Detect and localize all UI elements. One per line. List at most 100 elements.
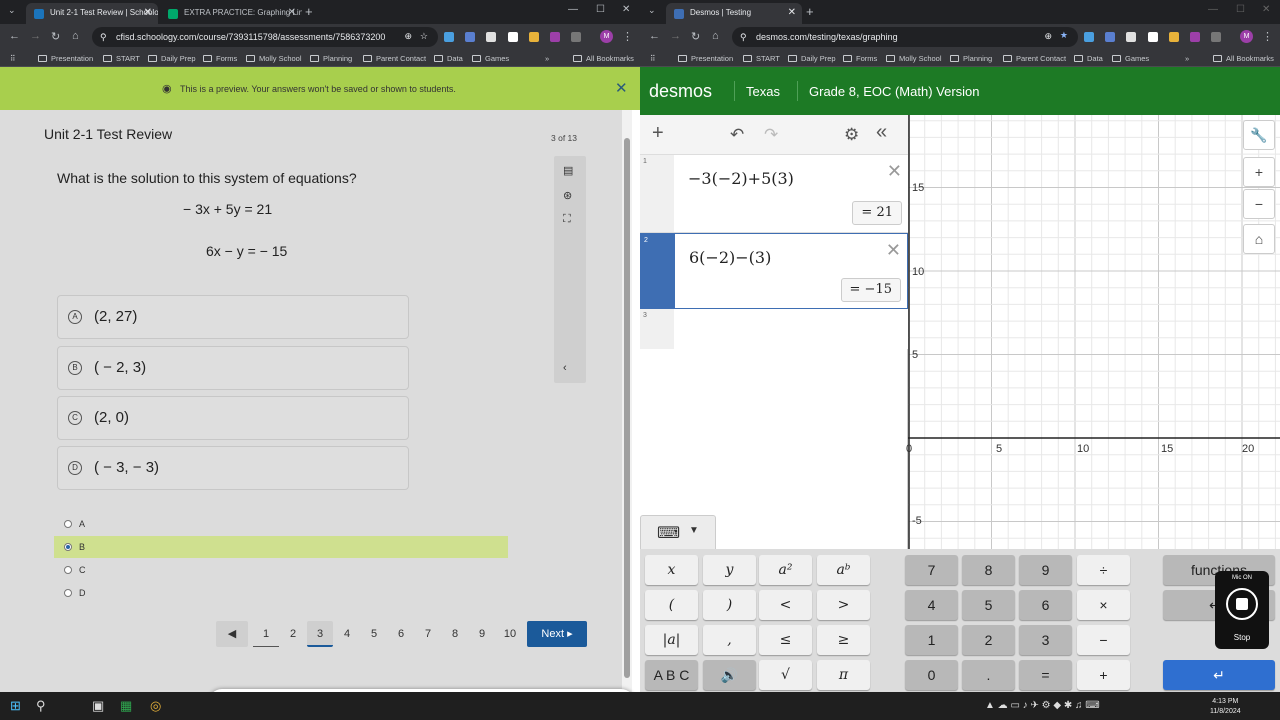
extension-icon[interactable]	[1148, 32, 1158, 42]
keypad-key[interactable]: ÷	[1077, 555, 1130, 585]
expression-math[interactable]: −3(−2)+5(3)	[688, 169, 794, 188]
keypad-key[interactable]: ≤	[759, 625, 812, 655]
keypad-key[interactable]: 6	[1019, 590, 1072, 620]
close-tab-icon[interactable]: ✕	[144, 7, 152, 18]
keypad-key[interactable]: ↵	[1163, 660, 1275, 690]
keypad-key[interactable]: −	[1077, 625, 1130, 655]
bookmark-start[interactable]: START	[103, 54, 140, 63]
minimize-icon[interactable]: —	[568, 4, 578, 15]
page-link-current[interactable]: 3	[307, 621, 333, 647]
extension-icon[interactable]	[529, 32, 539, 42]
keypad-key[interactable]: 9	[1019, 555, 1072, 585]
keypad-key[interactable]: ×	[1077, 590, 1130, 620]
bookmarks-overflow-icon[interactable]: »	[545, 54, 549, 63]
bookmark-forms[interactable]: Forms	[203, 54, 237, 63]
keypad-key[interactable]: y	[703, 555, 756, 585]
option-d[interactable]: D ( − 3, − 3)	[57, 446, 409, 490]
tab-extra-practice[interactable]: EXTRA PRACTICE: Graphing Lin ✕	[160, 3, 302, 24]
keypad-key[interactable]: )	[703, 590, 756, 620]
bookmark-presentation[interactable]: Presentation	[38, 54, 93, 63]
extension-icon[interactable]	[1169, 32, 1179, 42]
option-c[interactable]: C (2, 0)	[57, 396, 409, 440]
keypad-key[interactable]: a²	[759, 555, 812, 585]
bookmark-forms[interactable]: Forms	[843, 54, 877, 63]
keypad-key[interactable]: =	[1019, 660, 1072, 690]
redo-icon[interactable]: ↷	[764, 125, 778, 145]
keypad-key[interactable]: x	[645, 555, 698, 585]
camera-app-icon[interactable]: ▣	[92, 698, 104, 714]
close-window-icon[interactable]: ✕	[1262, 4, 1270, 15]
delete-expression-icon[interactable]: ✕	[887, 161, 902, 182]
close-tab-icon[interactable]: ✕	[788, 7, 796, 18]
keypad-key[interactable]: (	[645, 590, 698, 620]
close-window-icon[interactable]: ✕	[622, 4, 630, 15]
page-link[interactable]: 9	[470, 621, 494, 647]
next-button[interactable]: Next ▸	[527, 621, 587, 647]
extension-icon[interactable]	[508, 32, 518, 42]
bookmarks-overflow-icon[interactable]: »	[1185, 54, 1189, 63]
bookmark-games[interactable]: Games	[472, 54, 509, 63]
profile-avatar[interactable]: M	[1240, 30, 1253, 43]
apps-grid-icon[interactable]: ⠿	[650, 54, 656, 63]
close-tab-icon[interactable]: ✕	[288, 7, 296, 18]
maximize-icon[interactable]: ☐	[1236, 4, 1245, 15]
bookmark-parent-contact[interactable]: Parent Contact	[1003, 54, 1066, 63]
forward-icon[interactable]: →	[30, 30, 41, 42]
star-icon[interactable]: ☆	[420, 31, 428, 42]
bookmark-planning[interactable]: Planning	[310, 54, 352, 63]
extension-icon[interactable]	[1126, 32, 1136, 42]
chrome-app-icon[interactable]: ◎	[150, 698, 161, 714]
back-icon[interactable]: ←	[9, 30, 20, 42]
minimize-icon[interactable]: —	[1208, 4, 1218, 15]
zoom-in-icon[interactable]: +	[1243, 157, 1275, 187]
keypad-key[interactable]: 0	[905, 660, 958, 690]
extension-icon[interactable]	[1084, 32, 1094, 42]
star-filled-icon[interactable]: ★	[1060, 30, 1068, 41]
search-icon[interactable]: ⚲	[36, 698, 46, 714]
windows-start-icon[interactable]: ⊞	[10, 698, 21, 714]
keypad-key[interactable]: 7	[905, 555, 958, 585]
home-icon[interactable]: ⌂	[712, 30, 719, 42]
radio-button[interactable]	[64, 520, 72, 528]
page-link[interactable]: 8	[443, 621, 467, 647]
site-info-icon[interactable]: ⚲	[100, 32, 107, 43]
maximize-icon[interactable]: ☐	[596, 4, 605, 15]
add-item-icon[interactable]: +	[652, 122, 664, 145]
apps-grid-icon[interactable]: ⠿	[10, 54, 16, 63]
page-link[interactable]: 2	[281, 621, 305, 647]
keypad-key[interactable]: >	[817, 590, 870, 620]
option-b[interactable]: B ( − 2, 3)	[57, 346, 409, 390]
page-link[interactable]: 10	[497, 621, 523, 647]
scrollbar-thumb[interactable]	[624, 138, 630, 678]
accessibility-icon[interactable]: ⊛	[563, 189, 572, 202]
page-link[interactable]: 1	[253, 621, 279, 647]
keypad-key[interactable]: 1	[905, 625, 958, 655]
prev-page-button[interactable]: ◀	[216, 621, 248, 647]
graph-settings-wrench-icon[interactable]: 🔧	[1243, 120, 1275, 150]
home-view-icon[interactable]: ⌂	[1243, 224, 1275, 254]
keypad-key[interactable]: aᵇ	[817, 555, 870, 585]
bookmark-molly-school[interactable]: Molly School	[886, 54, 942, 63]
profile-avatar[interactable]: M	[600, 30, 613, 43]
delete-expression-icon[interactable]: ✕	[886, 240, 901, 261]
keypad-key[interactable]: 3	[1019, 625, 1072, 655]
system-tray-icons[interactable]: ▲ ☁ ▭ ♪ ✈ ⚙ ◆ ✱ ♫ ⌨	[985, 700, 1100, 711]
keypad-key[interactable]: 8	[962, 555, 1015, 585]
home-icon[interactable]: ⌂	[72, 30, 79, 42]
extension-icon[interactable]	[486, 32, 496, 42]
collapse-list-icon[interactable]: «	[876, 121, 887, 144]
expression-math[interactable]: 6(−2)−(3)	[689, 248, 771, 267]
keypad-key[interactable]: ,	[703, 625, 756, 655]
menu-icon[interactable]: ⋮	[622, 30, 633, 43]
answer-radio-c[interactable]: C	[54, 559, 508, 581]
keypad-key[interactable]: +	[1077, 660, 1130, 690]
tab-search-icon[interactable]: ⌄	[8, 5, 16, 16]
collapse-chevron-icon[interactable]: ‹	[563, 362, 567, 374]
extension-icon[interactable]	[444, 32, 454, 42]
menu-icon[interactable]: ⋮	[1262, 30, 1273, 43]
settings-gear-icon[interactable]: ⚙	[844, 125, 859, 145]
bookmark-molly-school[interactable]: Molly School	[246, 54, 302, 63]
tab-search-icon[interactable]: ⌄	[648, 5, 656, 16]
new-tab-icon[interactable]: +	[806, 4, 814, 19]
bookmark-parent-contact[interactable]: Parent Contact	[363, 54, 426, 63]
